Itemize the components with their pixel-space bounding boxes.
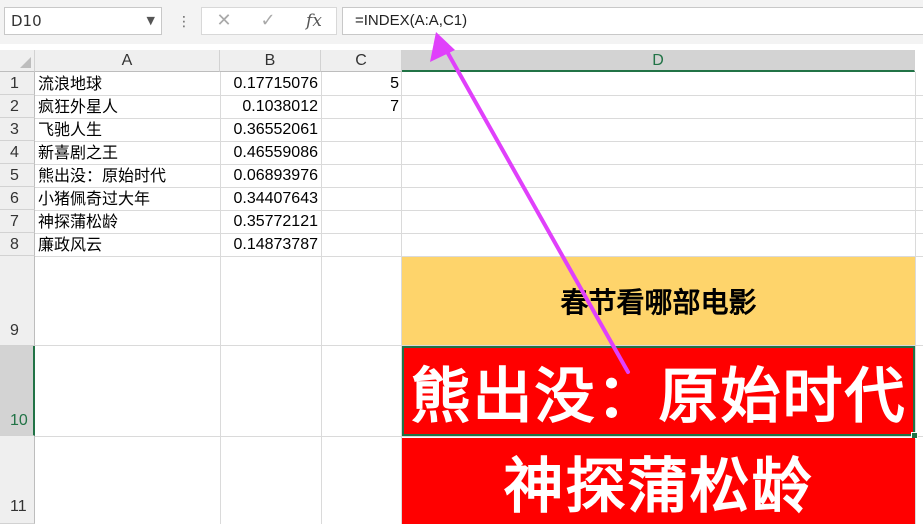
annotation-arrow [430,32,630,374]
